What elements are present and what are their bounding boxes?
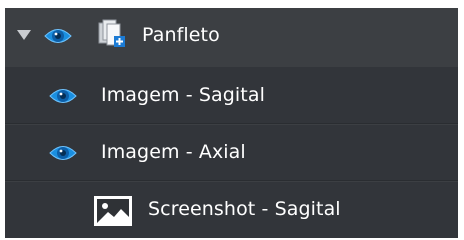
tree-row-panfleto[interactable]: Panfleto: [5, 8, 458, 64]
tree-row-label: Imagem - Axial: [101, 141, 246, 163]
eye-icon[interactable]: [48, 142, 78, 164]
eye-icon[interactable]: [43, 25, 73, 47]
tree-row-label: Screenshot - Sagital: [148, 198, 341, 220]
tree-row-label: Imagem - Sagital: [101, 84, 265, 106]
tree-row-label: Panfleto: [142, 24, 220, 46]
document-add-icon: [98, 19, 125, 47]
tree-row-screenshot-sagital[interactable]: Screenshot - Sagital: [5, 182, 458, 238]
layer-tree: Panfleto Imagem - Sagital Imagem - Axial…: [5, 8, 458, 238]
expand-arrow-icon[interactable]: [17, 30, 31, 40]
eye-icon[interactable]: [48, 85, 78, 107]
tree-row-imagem-sagital[interactable]: Imagem - Sagital: [5, 67, 458, 124]
tree-row-imagem-axial[interactable]: Imagem - Axial: [5, 125, 458, 181]
image-icon: [94, 196, 132, 226]
